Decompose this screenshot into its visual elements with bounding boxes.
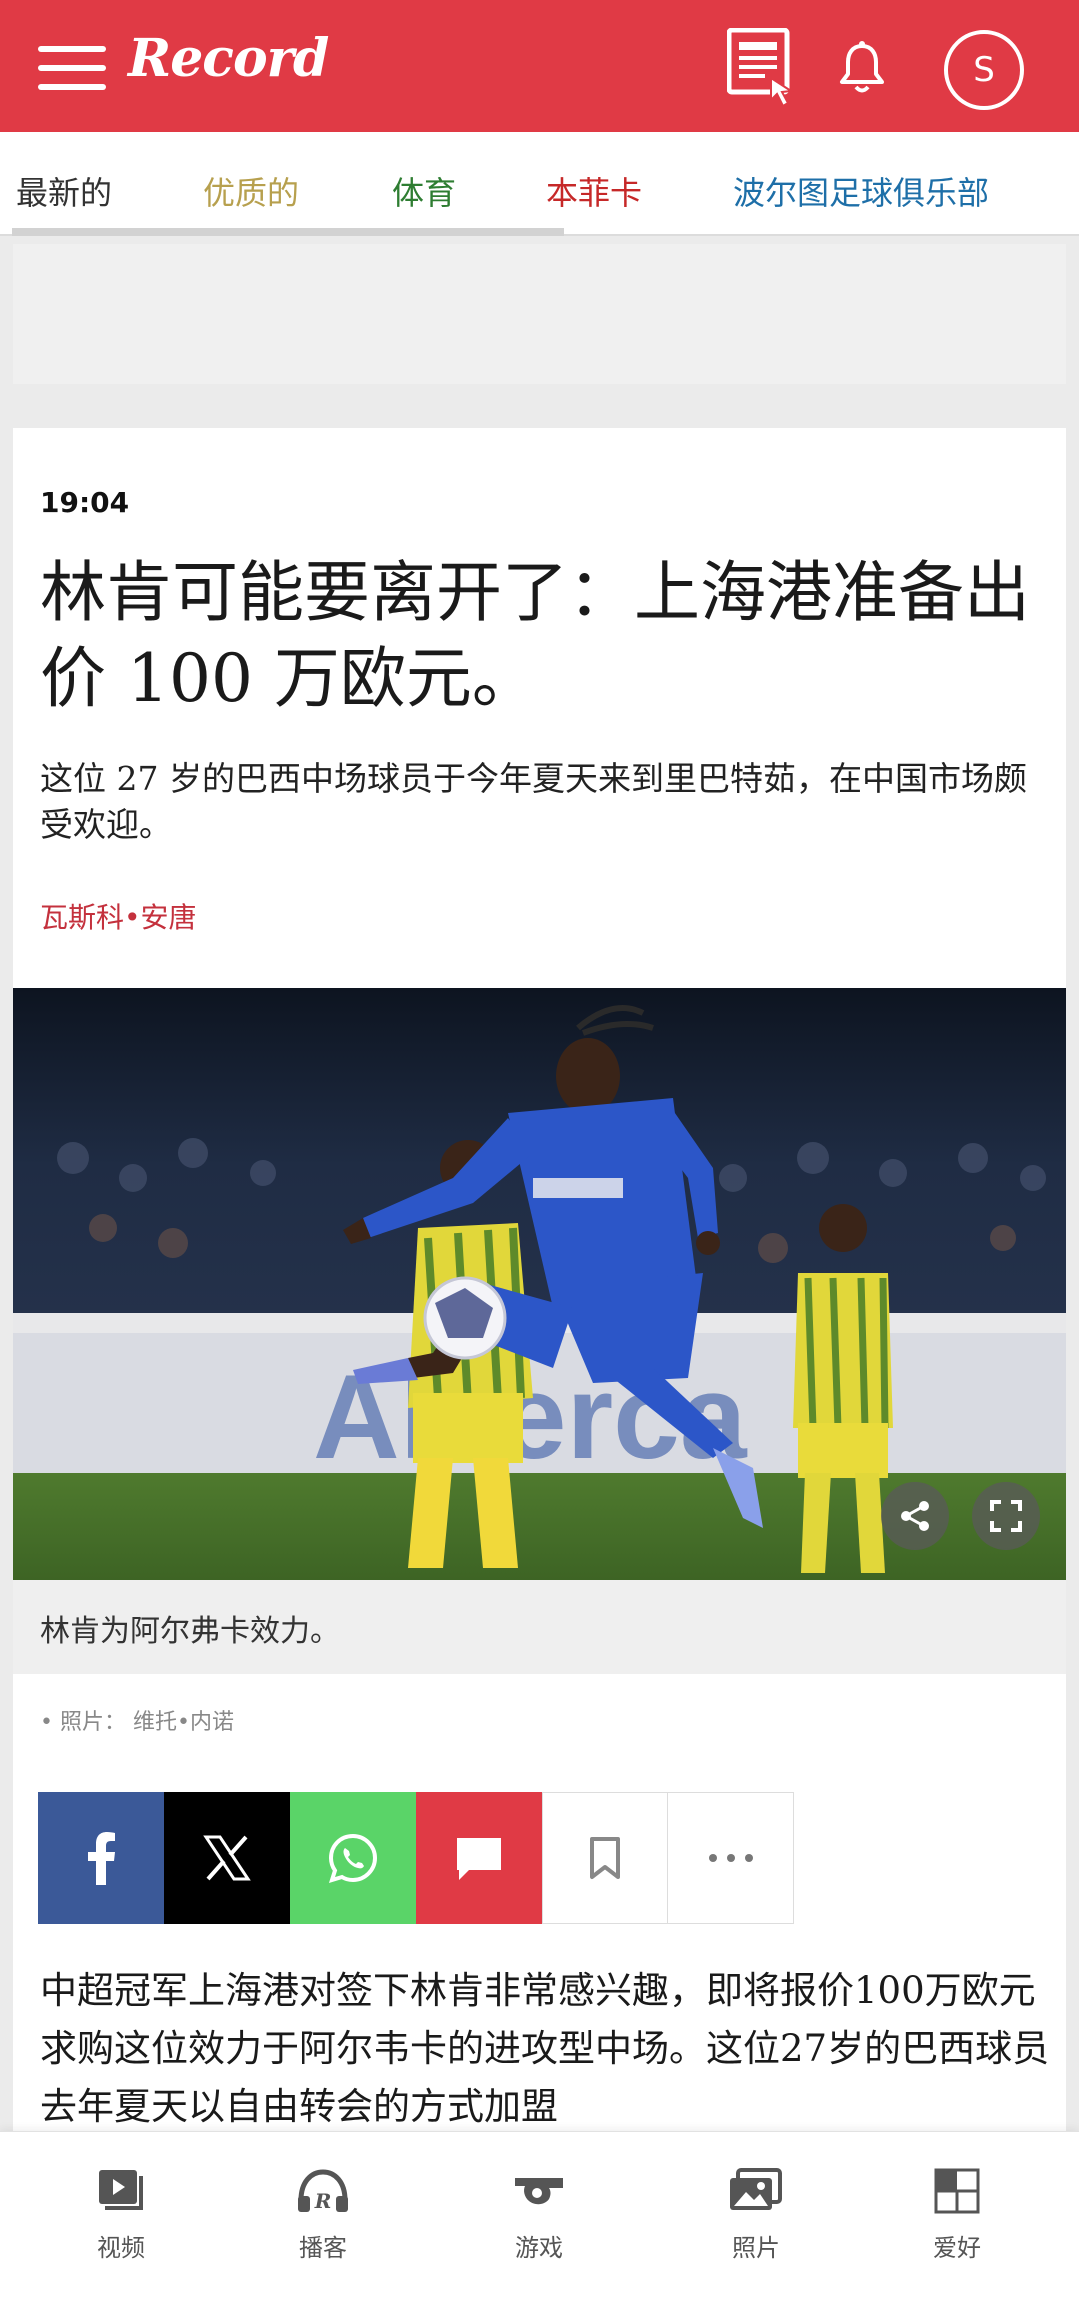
article-photo[interactable]: Alverca: [13, 988, 1066, 1580]
nav-label: 游戏: [515, 2234, 563, 2262]
share-photo-button[interactable]: [881, 1482, 949, 1550]
whistle-icon: [515, 2178, 563, 2205]
tab-label: 波尔图足球俱乐部: [733, 174, 990, 212]
article-subtitle: 这位 27 岁的巴西中场球员于今年夏天来到里巴特茹，在中国市场颇受欢迎。: [40, 759, 1027, 844]
article-time: 19:04: [40, 486, 130, 519]
favorites-icon: [934, 2168, 980, 2214]
tab-label: 最新的: [16, 174, 113, 212]
nav-games[interactable]: 游戏: [479, 2168, 599, 2263]
article-body: 中超冠军上海港对签下林肯非常感兴趣，即将报价100万欧元求购这位效力于阿尔韦卡的…: [40, 1969, 1050, 2128]
podcast-icon: R: [298, 2169, 348, 2213]
record-logo[interactable]: Record: [128, 28, 329, 89]
fullscreen-button[interactable]: [972, 1482, 1040, 1550]
more-icon: [708, 1854, 753, 1862]
nav-podcast[interactable]: R 播客: [263, 2168, 383, 2263]
tab-sports[interactable]: 体育: [392, 168, 456, 214]
share-icon: [901, 1501, 929, 1531]
photo-caption: 林肯为阿尔弗卡效力。: [40, 1614, 340, 1649]
nav-video[interactable]: 视频: [61, 2168, 181, 2263]
newspaper-icon[interactable]: [726, 27, 799, 108]
share-buttons-row: [38, 1792, 794, 1924]
facebook-share-button[interactable]: [38, 1792, 164, 1924]
nav-photos[interactable]: 照片: [696, 2168, 816, 2263]
article-headline: 林肯可能要离开了：上海港准备出价 100 万欧元。: [40, 554, 1030, 717]
svg-text:R: R: [314, 2189, 332, 2213]
menu-icon[interactable]: [38, 46, 106, 90]
bookmark-button[interactable]: [542, 1792, 668, 1924]
tab-latest[interactable]: 最新的: [16, 168, 112, 214]
ad-placeholder: [13, 244, 1066, 384]
photos-icon: [730, 2168, 782, 2210]
facebook-icon: [88, 1832, 115, 1885]
bookmark-icon: [590, 1837, 620, 1879]
comments-button[interactable]: [416, 1792, 542, 1924]
tab-label: 体育: [392, 174, 457, 212]
x-share-button[interactable]: [164, 1792, 290, 1924]
comment-icon: [457, 1838, 501, 1880]
nav-label: 视频: [97, 2234, 145, 2262]
photo-credit: • 照片： 维托•内诺: [40, 1710, 234, 1735]
tab-premium[interactable]: 优质的: [203, 168, 299, 214]
tab-label: 本菲卡: [546, 174, 643, 212]
nav-label: 播客: [299, 2234, 347, 2262]
nav-favorites[interactable]: 爱好: [897, 2168, 1017, 2263]
top-header: Record S: [0, 0, 1079, 132]
nav-label: 照片: [732, 2234, 780, 2262]
video-icon: [99, 2170, 143, 2210]
whatsapp-share-button[interactable]: [290, 1792, 416, 1924]
bottom-navigation: 视频 R 播客 游戏 照片 爱好: [0, 2131, 1079, 2312]
fullscreen-icon: [990, 1500, 1022, 1532]
category-tabs: 最新的 优质的 体育 本菲卡 波尔图足球俱乐部: [0, 132, 1079, 236]
x-icon: [203, 1835, 251, 1881]
article-author[interactable]: 瓦斯科•安唐: [40, 896, 197, 936]
notifications-bell-icon[interactable]: [838, 40, 886, 96]
tab-benfica[interactable]: 本菲卡: [546, 168, 642, 214]
tab-porto[interactable]: 波尔图足球俱乐部: [733, 168, 989, 214]
nav-label: 爱好: [933, 2234, 981, 2262]
more-options-button[interactable]: [668, 1792, 794, 1924]
tab-scroll-indicator: [12, 228, 564, 236]
user-avatar[interactable]: S: [944, 30, 1024, 110]
tab-label: 优质的: [203, 174, 300, 212]
whatsapp-icon: [328, 1833, 378, 1884]
